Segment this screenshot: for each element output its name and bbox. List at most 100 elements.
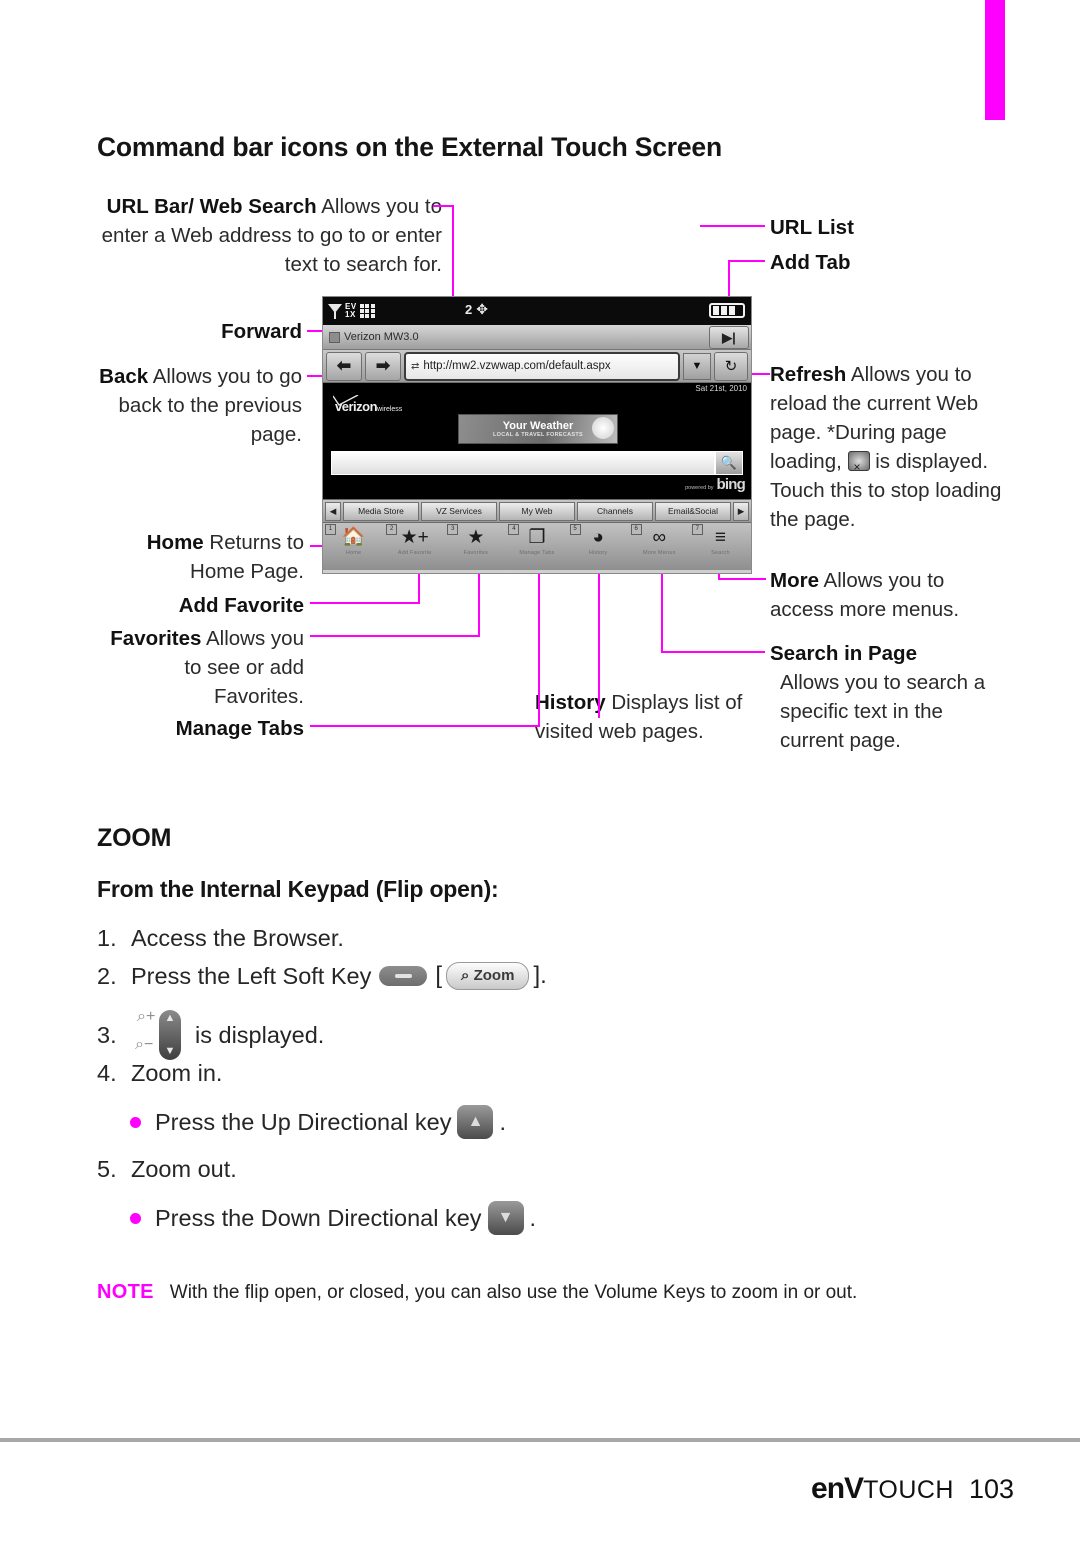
browser-tab[interactable]: Verizon MW3.0 <box>329 331 419 343</box>
callout-search-in-page-term: Search in Page <box>770 642 917 665</box>
zoom-step-3-number: 3. <box>97 1021 117 1048</box>
signal-bars-icon <box>359 304 375 318</box>
page-title: Command bar icons on the External Touch … <box>97 132 722 162</box>
search-in-page-icon: ≡ <box>714 527 726 548</box>
more-icon: ∞ <box>652 527 667 548</box>
leader-search-in-page-v <box>661 573 663 652</box>
zoom-soft-key-button[interactable]: ⌕ Zoom <box>446 962 530 990</box>
zoom-step-5-text: Zoom out. <box>131 1156 237 1182</box>
powered-by-label: powered by <box>685 485 714 491</box>
browser-tab-label: Verizon MW3.0 <box>344 331 419 343</box>
zoom-heading: ZOOM <box>97 824 172 852</box>
link-icon: ⇄ <box>411 360 420 372</box>
stop-loading-icon: × <box>847 451 870 474</box>
page-date: Sat 21st, 2010 <box>695 384 747 393</box>
refresh-button[interactable]: ↻ <box>714 351 748 381</box>
site-tab-3[interactable]: Channels <box>577 501 653 521</box>
callout-search-in-page: Search in Page Allows you to search a sp… <box>770 639 1010 755</box>
signal-icon <box>328 303 342 319</box>
callout-url-list-term: URL List <box>770 216 854 239</box>
command-more[interactable]: 6 ∞ More Menus <box>629 523 690 570</box>
zoom-slider-track[interactable]: ▲ ▼ <box>159 1010 181 1060</box>
add-tab-button[interactable]: ▶| <box>709 326 749 349</box>
zoom-step-4-number: 4. <box>97 1060 117 1086</box>
roaming-icon: 2 <box>465 302 473 317</box>
site-tabs-prev[interactable]: ◀ <box>325 501 341 521</box>
leader-manage-tabs-v <box>538 573 540 727</box>
command-history-number: 5 <box>569 524 581 535</box>
slider-up-arrow-icon: ▲ <box>164 1012 176 1024</box>
phone-status-bar: EV 1X 2 ✥ <box>323 297 751 325</box>
command-favorites-caption: Favorites <box>463 550 489 556</box>
leader-search-in-page-h <box>661 651 765 653</box>
command-manage-tabs[interactable]: 4 ❐ Manage Tabs <box>506 523 567 570</box>
command-manage-tabs-caption: Manage Tabs <box>519 550 555 556</box>
leader-favorites-v <box>478 573 480 637</box>
command-home[interactable]: 1 🏠 Home <box>323 523 384 570</box>
callout-add-tab-term: Add Tab <box>770 251 851 274</box>
zoom-step-4-text: Zoom in. <box>131 1060 223 1086</box>
url-input[interactable]: ⇄ http://mw2.vzwwap.com/default.aspx <box>404 351 680 381</box>
callout-home: Home Returns to Home Page. <box>97 528 304 586</box>
back-button[interactable]: ⬅ <box>326 351 362 381</box>
tab-close-icon[interactable] <box>329 331 340 343</box>
site-tabs-next[interactable]: ▶ <box>733 501 749 521</box>
forward-arrow-icon: ➡ <box>375 356 391 375</box>
zoom-step-1-number: 1. <box>97 925 117 951</box>
command-favorites[interactable]: 3 ★ Favorites <box>445 523 506 570</box>
forward-button[interactable]: ➡ <box>365 351 401 381</box>
add-tab-icon: ▶| <box>722 329 736 345</box>
callout-manage-tabs-term: Manage Tabs <box>175 717 304 740</box>
zoom-step-5-period: . <box>529 1204 537 1231</box>
site-tab-4[interactable]: Email&Social <box>655 501 731 521</box>
zoom-step-2-number: 2. <box>97 962 117 989</box>
site-tab-2[interactable]: My Web <box>499 501 575 521</box>
note-text: With the flip open, or closed, you can a… <box>169 1282 858 1303</box>
note-block: NOTE With the flip open, or closed, you … <box>97 1281 857 1304</box>
chevron-up-icon: ▲ <box>467 1113 484 1130</box>
site-tab-0[interactable]: Media Store <box>343 501 419 521</box>
command-add-favorite-number: 2 <box>386 524 398 535</box>
callout-favorites-term: Favorites <box>110 627 202 650</box>
leader-more-v <box>718 573 720 580</box>
command-add-favorite[interactable]: 2 ★+ Add Favorite <box>384 523 445 570</box>
zoom-step-2: 2. Press the Left Soft Key [ ⌕ Zoom ]. <box>97 962 547 990</box>
weather-banner[interactable]: Your Weather LOCAL & TRAVEL FORECASTS <box>458 414 618 444</box>
command-add-favorite-caption: Add Favorite <box>397 550 432 556</box>
callout-more-term: More <box>770 569 819 592</box>
page-search-button[interactable]: 🔍 <box>715 451 743 475</box>
network-indicator: EV 1X <box>345 302 357 320</box>
left-soft-key-icon <box>379 966 428 986</box>
weather-banner-sub: LOCAL & TRAVEL FORECASTS <box>492 431 583 438</box>
leader-manage-tabs-h <box>310 725 540 727</box>
page-search-input[interactable] <box>331 451 715 475</box>
zoom-out-magnifier-icon: ⌕− <box>135 1036 154 1053</box>
callout-url-bar: URL Bar/ Web Search Allows you to enter … <box>97 192 442 279</box>
down-directional-key-icon[interactable]: ▼ <box>487 1201 524 1235</box>
search-icon: 🔍 <box>720 455 738 470</box>
command-history-caption: History <box>588 550 608 556</box>
up-directional-key-icon[interactable]: ▲ <box>457 1105 494 1139</box>
callout-refresh: Refresh Allows you to reload the current… <box>770 360 1010 534</box>
manual-page: Command bar icons on the External Touch … <box>0 0 1080 1552</box>
callout-more: More Allows you to access more menus. <box>770 566 1010 624</box>
site-tab-1[interactable]: VZ Services <box>421 501 497 521</box>
command-search-in-page[interactable]: 7 ≡ Search <box>690 523 751 570</box>
url-list-button[interactable]: ▼ <box>683 352 711 380</box>
add-favorite-icon: ★+ <box>400 527 429 548</box>
callout-refresh-term: Refresh <box>770 363 847 386</box>
callout-add-tab: Add Tab <box>770 248 1010 277</box>
command-search-in-page-caption: Search <box>711 550 730 556</box>
phone-browser-screenshot: EV 1X 2 ✥ Verizon MW3.0 ▶| ⬅ ➡ ⇄ http://… <box>322 296 752 574</box>
home-icon: 🏠 <box>341 527 366 548</box>
phone-site-tabs: ◀ Media Store VZ Services My Web Channel… <box>323 499 751 522</box>
network-1x-label: 1X <box>345 310 356 319</box>
callout-favorites-desc: Allows you to see or add Favorites. <box>184 627 304 708</box>
zoom-step-4-period: . <box>499 1108 507 1135</box>
url-text: http://mw2.vzwwap.com/default.aspx <box>423 360 611 372</box>
callout-back: Back Allows you to go back to the previo… <box>97 362 302 449</box>
zoom-step-3-text: is displayed. <box>195 1021 325 1048</box>
zoom-step-5-bullet: Press the Down Directional key ▼ . <box>130 1201 536 1235</box>
command-history[interactable]: 5 ◕ History <box>568 523 629 570</box>
refresh-icon: ↻ <box>724 358 738 375</box>
